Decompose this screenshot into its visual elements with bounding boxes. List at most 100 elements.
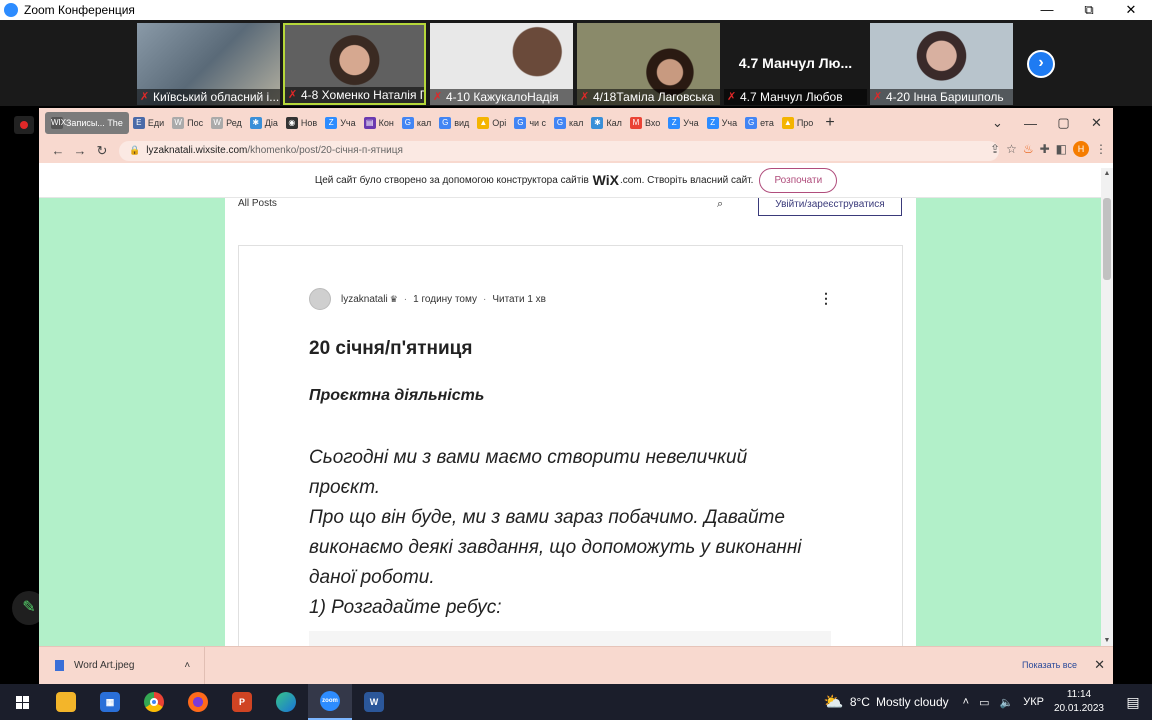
next-participants-button[interactable]: › [1027, 50, 1055, 78]
taskbar-file-explorer[interactable] [44, 684, 88, 720]
notifications-icon[interactable]: ▤ [1118, 694, 1148, 711]
participant-tile-active-speaker[interactable]: ✗ 4-8 Хоменко Наталія П... [283, 23, 426, 105]
tab-label: чи с [529, 118, 547, 128]
tab[interactable]: ✱ Діа [246, 112, 282, 134]
tab[interactable]: Gчи с [510, 112, 550, 134]
menu-kebab-icon[interactable]: ⋮ [1095, 142, 1107, 156]
tab-label: Уча [340, 118, 356, 128]
image-file-icon [55, 660, 64, 671]
volume-icon[interactable]: 🔈 [1000, 696, 1014, 709]
tab[interactable]: E Еди [129, 112, 168, 134]
tab-label: кал [416, 118, 432, 128]
tab[interactable]: Z Уча [703, 112, 741, 134]
browser-close-button[interactable]: ✕ [1080, 115, 1113, 131]
participant-name: 4/18Таміла Лаговська [577, 89, 720, 105]
tab[interactable]: W Ред [207, 112, 246, 134]
restore-button[interactable]: ⧉ [1068, 0, 1110, 20]
participant-tile[interactable]: 4.7 Манчул Лю... ✗ 4.7 Манчул Любов [724, 23, 867, 105]
side-panel-icon[interactable]: ◧ [1056, 142, 1067, 156]
taskbar-store[interactable]: ▦ [88, 684, 132, 720]
author-avatar[interactable] [309, 288, 331, 310]
back-button[interactable]: ← [47, 143, 69, 158]
tab-label: вид [454, 118, 470, 128]
login-button[interactable]: Увійти/зареєструватися [758, 198, 902, 216]
powerpoint-icon: P [232, 692, 252, 712]
tab[interactable]: Z Уча [321, 112, 359, 134]
tab[interactable]: ◉ Нов [282, 112, 321, 134]
clock[interactable]: 11:14 20.01.2023 [1054, 688, 1104, 716]
post-title-date: 20 [309, 338, 331, 359]
network-icon[interactable]: ▭ [979, 696, 989, 709]
search-icon[interactable]: ⌕ [717, 198, 723, 211]
close-downloads-button[interactable]: ✕ [1094, 657, 1105, 673]
taskbar-word[interactable]: W [352, 684, 396, 720]
taskbar-zoom[interactable]: zoom [308, 684, 352, 720]
participant-tile[interactable]: ✗ 4/18Таміла Лаговська [577, 23, 720, 105]
profile-avatar[interactable]: Н [1073, 141, 1089, 157]
lock-icon: 🔒 [129, 145, 141, 155]
reload-button[interactable]: ↻ [91, 143, 113, 159]
tab[interactable]: Z Уча [664, 112, 702, 134]
all-posts-link[interactable]: All Posts [238, 198, 277, 209]
post-options-kebab-icon[interactable]: ⋮ [819, 290, 833, 307]
zoom-window-title: Zoom Конференция [24, 3, 135, 17]
system-tray: ⛅ 8°C Mostly cloudy ˄ ▭ 🔈 УКР 11:14 20.0… [824, 684, 1152, 720]
page-scrollbar[interactable]: ▲ ▼ [1101, 168, 1113, 646]
download-item[interactable]: Word Art.jpeg ˄ [39, 646, 205, 684]
participant-name: 4-8 Хоменко Наталія П... [285, 87, 424, 103]
tab[interactable]: Gвид [435, 112, 473, 134]
chevron-up-icon[interactable]: ˄ [963, 696, 969, 708]
participant-name: Київський обласний і... [137, 89, 280, 105]
participant-strip: ✗ Київський обласний і... ✗ 4-8 Хоменко … [0, 20, 1152, 106]
weather-temperature[interactable]: 8°C [850, 695, 870, 709]
scroll-up-icon[interactable]: ▲ [1101, 170, 1113, 177]
author-name[interactable]: lyzaknatali [341, 294, 388, 305]
browser-maximize-button[interactable]: ▢ [1047, 115, 1080, 131]
taskbar-firefox[interactable] [176, 684, 220, 720]
start-button[interactable] [0, 684, 44, 720]
tab-label: кал [569, 118, 584, 128]
weather-cloud-sun-icon[interactable]: ⛅ [824, 692, 844, 712]
extensions-puzzle-icon[interactable]: ✚ [1040, 142, 1050, 156]
participant-tile[interactable]: ✗ 4-10 КажукалоНадія [430, 23, 573, 105]
tab[interactable]: ▲ Орі [473, 112, 510, 134]
scroll-thumb[interactable] [1103, 198, 1111, 280]
chrome-icon [144, 692, 164, 712]
weather-condition[interactable]: Mostly cloudy [876, 695, 949, 709]
meta-separator: · [482, 293, 487, 305]
tab[interactable]: Gкал [550, 112, 587, 134]
address-bar[interactable]: 🔒 lyzaknatali.wixsite.com/khomenko/post/… [119, 140, 999, 161]
tab[interactable]: W Пос [168, 112, 207, 134]
recording-indicator-icon[interactable] [14, 116, 34, 134]
participant-tile[interactable]: ✗ 4-20 Інна Баришполь [870, 23, 1013, 105]
participant-tile[interactable]: ✗ Київський обласний і... [137, 23, 280, 105]
close-button[interactable]: ✕ [1110, 0, 1152, 20]
tab[interactable]: Gета [741, 112, 778, 134]
tab-active[interactable]: ▲ Про [778, 112, 817, 134]
minimize-button[interactable]: — [1026, 0, 1068, 20]
tab-search-chevron-icon[interactable]: ⌄ [981, 115, 1014, 131]
scroll-down-icon[interactable]: ▼ [1101, 637, 1113, 644]
input-language[interactable]: УКР [1023, 696, 1044, 708]
bookmark-star-icon[interactable]: ☆ [1006, 142, 1017, 156]
tab[interactable]: ✱ Кал [587, 112, 626, 134]
new-tab-button[interactable]: + [825, 114, 834, 132]
show-all-downloads-link[interactable]: Показать все [1022, 660, 1077, 670]
tab-recording[interactable]: WIX Записы... The [45, 112, 129, 134]
tab[interactable]: M Вхо [626, 112, 664, 134]
chevron-up-icon[interactable]: ˄ [184, 660, 190, 671]
tab-favicon-icon: G [554, 117, 567, 129]
share-icon[interactable]: ⇪ [990, 142, 1000, 156]
tab-favicon-icon: Z [668, 117, 681, 129]
browser-minimize-button[interactable]: — [1014, 116, 1047, 131]
meta-separator: · [403, 293, 408, 305]
tab[interactable]: ▤ Кон [360, 112, 398, 134]
taskbar-powerpoint[interactable]: P [220, 684, 264, 720]
extension-flame-icon[interactable]: ♨ [1023, 142, 1034, 156]
address-toolbar: ← → ↻ 🔒 lyzaknatali.wixsite.com/khomenko… [39, 138, 1113, 163]
tab[interactable]: Gкал [398, 112, 435, 134]
taskbar-edge[interactable] [264, 684, 308, 720]
start-button[interactable]: Розпочати [759, 167, 838, 193]
forward-button[interactable]: → [69, 143, 91, 158]
taskbar-chrome[interactable] [132, 684, 176, 720]
